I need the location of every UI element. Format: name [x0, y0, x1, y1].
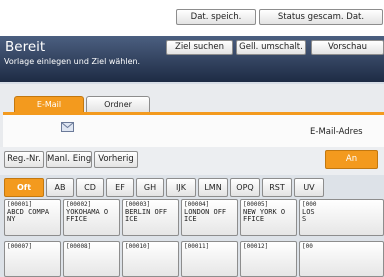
top-bar: Dat. speich. Status gescam. Dat. — [0, 0, 384, 36]
destination-entry[interactable]: [00 — [299, 241, 384, 277]
destination-entry[interactable]: [00002] YOKOHAMA O FFICE — [63, 199, 120, 236]
status-message: Vorlage einlegen und Ziel wählen. — [4, 57, 141, 66]
destination-entry[interactable]: [000 LOS S — [299, 199, 384, 236]
status-title: Bereit — [5, 39, 46, 55]
destination-entry[interactable]: [00008] — [63, 241, 120, 277]
entry-number: [00012] — [243, 243, 269, 250]
index-key-ab[interactable]: AB — [46, 178, 74, 197]
entry-number: [00007] — [7, 243, 33, 250]
index-key-lmn[interactable]: LMN — [198, 178, 228, 197]
destination-entry[interactable]: [00004] LONDON OFF ICE — [181, 199, 238, 236]
index-key-uv[interactable]: UV — [294, 178, 324, 197]
reg-number-button[interactable]: Reg.-Nr. — [4, 151, 44, 168]
to-button[interactable]: An — [325, 150, 378, 169]
entry-name-line: ICE — [125, 215, 138, 224]
entry-number: [00010] — [125, 243, 151, 250]
index-key-ijk[interactable]: IJK — [166, 178, 196, 197]
save-file-button[interactable]: Dat. speich. — [176, 9, 256, 25]
index-key-ef[interactable]: EF — [106, 178, 134, 197]
destination-entry[interactable]: [00011] — [181, 241, 238, 277]
status-panel: Bereit Vorlage einlegen und Ziel wählen.… — [0, 36, 384, 82]
entry-number: [00008] — [66, 243, 92, 250]
destination-entry[interactable]: [00003] BERLIN OFF ICE — [122, 199, 179, 236]
destination-entry[interactable]: [00007] — [4, 241, 61, 277]
index-key-opq[interactable]: OPQ — [230, 178, 260, 197]
index-key-rst[interactable]: RST — [262, 178, 292, 197]
search-destination-button[interactable]: Ziel suchen — [166, 40, 233, 55]
entry-name-line: FFICE — [243, 215, 265, 224]
switch-title-button[interactable]: Gell. umschalt. — [236, 40, 306, 55]
entry-number: [00011] — [184, 243, 210, 250]
destination-entry[interactable]: [00010] — [122, 241, 179, 277]
preview-button[interactable]: Vorschau — [311, 40, 384, 55]
tab-email[interactable]: E-Mail — [14, 96, 84, 112]
destination-entry[interactable]: [00001] ABCD COMPA NY — [4, 199, 61, 236]
destination-entry[interactable]: [00005] NEW YORK O FFICE — [240, 199, 297, 236]
mail-icon — [61, 122, 74, 132]
tab-folder[interactable]: Ordner — [86, 96, 150, 112]
email-address-label: E-Mail-Adres — [310, 127, 363, 137]
previous-button[interactable]: Vorherig — [94, 151, 138, 168]
entry-name-line: LOS — [302, 207, 315, 216]
entry-name-line: FFICE — [66, 215, 88, 224]
entry-name-line: S — [302, 215, 307, 224]
index-key-frequent[interactable]: Oft — [4, 178, 44, 197]
stored-file-status-button[interactable]: Status gescam. Dat. — [259, 9, 383, 25]
entry-name-line: ICE — [184, 215, 197, 224]
destination-entry[interactable]: [00012] — [240, 241, 297, 277]
entry-number: [00 — [302, 243, 313, 250]
index-key-cd[interactable]: CD — [76, 178, 104, 197]
index-key-gh[interactable]: GH — [136, 178, 164, 197]
entry-name-line: NY — [7, 215, 16, 224]
manual-entry-button[interactable]: Manl. Eing. — [46, 151, 92, 168]
